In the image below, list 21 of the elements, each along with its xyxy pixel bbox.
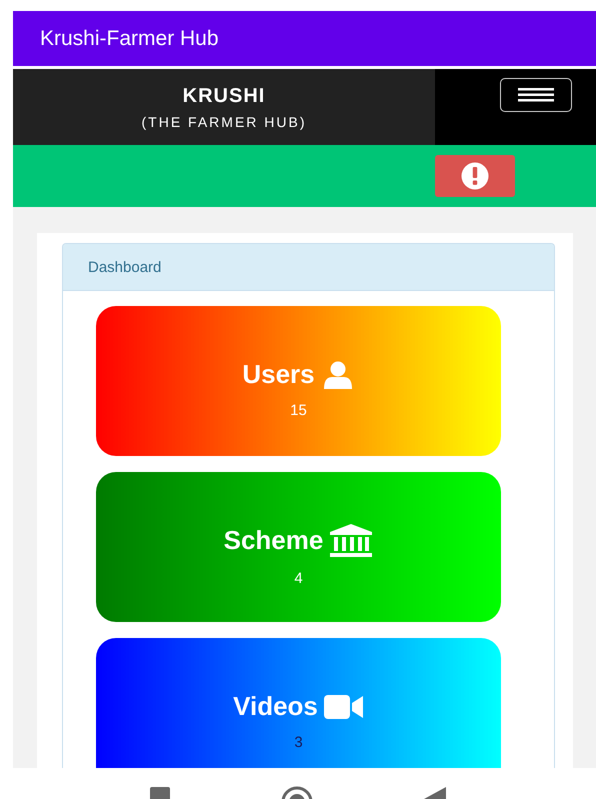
stat-count: 4 [294,570,303,586]
video-camera-icon [324,694,364,720]
bank-icon [329,524,374,558]
stat-card[interactable]: Users 15 [96,306,501,456]
panel-title: Dashboard [88,258,162,276]
menu-icon [518,88,554,102]
alert-button[interactable] [435,155,515,197]
home-icon[interactable] [280,785,314,799]
brand-tagline: (THE FARMER HUB) [142,114,306,130]
stat-label: Videos [233,691,318,722]
stat-count: 3 [294,734,303,751]
recents-icon[interactable] [148,785,172,799]
stat-count: 15 [290,402,307,419]
menu-button[interactable] [500,78,572,112]
brand-title: KRUSHI [182,84,266,108]
app-title: Krushi-Farmer Hub [40,26,219,50]
stat-card[interactable]: Videos 3 [96,638,501,768]
back-icon[interactable] [422,785,448,799]
stat-card[interactable]: Scheme 4 [96,472,501,622]
stat-label: Scheme [224,525,324,556]
stat-label: Users [242,359,315,390]
